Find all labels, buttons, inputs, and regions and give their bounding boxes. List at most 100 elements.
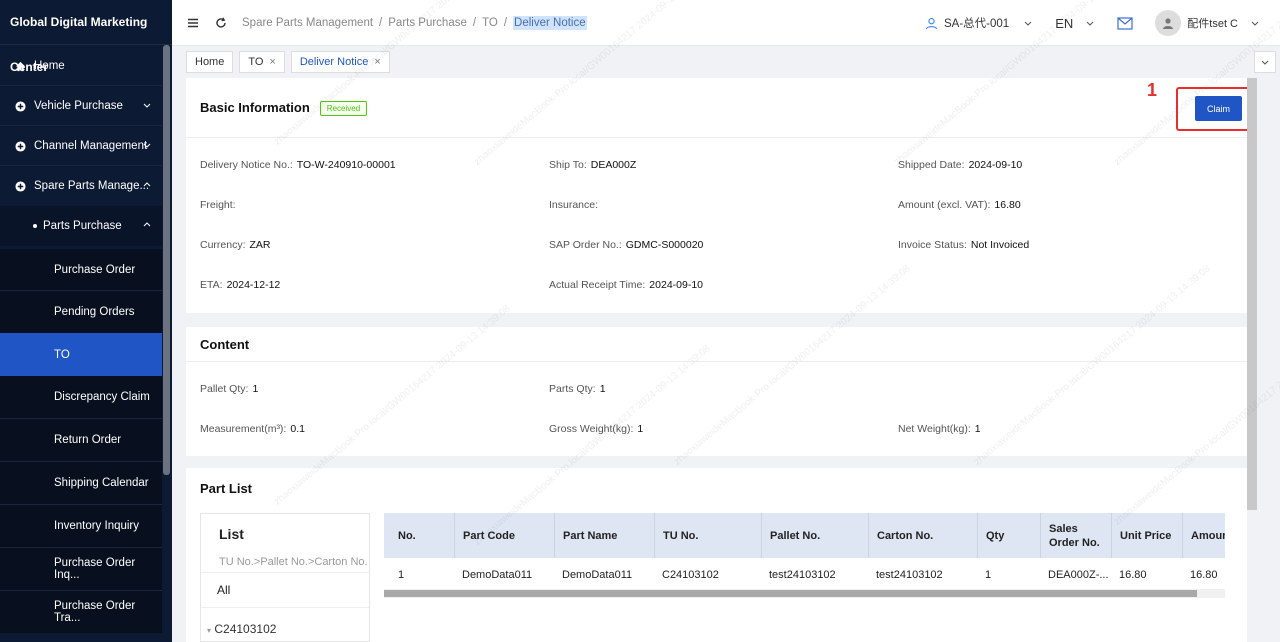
sidebar-item-inventory-inquiry[interactable]: Inventory Inquiry — [0, 505, 162, 547]
step-marker: 1 — [1147, 80, 1158, 100]
tab-home[interactable]: Home — [186, 51, 234, 73]
basic-information-card: Basic Information Received Claim Delivery… — [186, 78, 1247, 313]
table-horizontal-scrollbar[interactable] — [384, 589, 1225, 598]
field-parts-qty: Parts Qty: 1 — [549, 383, 606, 395]
close-icon[interactable]: × — [374, 52, 380, 72]
table-cell[interactable]: DEA000Z-... — [1040, 565, 1109, 585]
section-title: Content — [200, 337, 250, 352]
bullet-icon — [33, 224, 37, 228]
sidebar-item-label: Parts Purchase — [43, 220, 122, 232]
field-insurance: Insurance: — [549, 199, 602, 211]
list-subtitle: TU No.>Pallet No.>Carton No. — [219, 556, 368, 568]
sidebar-item-vehicle-purchase[interactable]: Vehicle Purchase — [0, 86, 162, 126]
plus-circle-icon — [14, 180, 26, 192]
field-value: 1 — [252, 383, 259, 395]
caret-down-icon: ▾ — [207, 626, 212, 635]
sidebar-item-home[interactable]: Home — [0, 46, 162, 86]
tree-list-panel: List TU No.>Pallet No.>Carton No. All ▾ … — [200, 513, 370, 642]
mail-icon[interactable] — [1117, 16, 1133, 30]
sidebar-item-discrepancy-claim[interactable]: Discrepancy Claim — [0, 376, 162, 418]
field-label: Ship To: — [549, 159, 587, 171]
menu-toggle-icon[interactable] — [186, 16, 200, 30]
tab-to[interactable]: TO × — [239, 51, 285, 73]
field-shipped-date: Shipped Date: 2024-09-10 — [898, 159, 1022, 171]
sidebar-item-purchase-order[interactable]: Purchase Order — [0, 249, 162, 291]
sidebar-item-label: Inventory Inquiry — [54, 520, 140, 532]
breadcrumb-item[interactable]: Parts Purchase — [388, 17, 467, 29]
field-label: ETA: — [200, 279, 223, 291]
sidebar-item-return-order[interactable]: Return Order — [0, 419, 162, 461]
field-label: Amount (excl. VAT): — [898, 199, 991, 211]
column-header: Part Code — [454, 513, 553, 558]
field-label: Freight: — [200, 199, 236, 211]
chevron-down-icon — [1086, 21, 1094, 26]
field-value: DEA000Z — [590, 159, 637, 171]
field-sap-order-no: SAP Order No.: GDMC-S000020 — [549, 239, 703, 251]
table-cell: 1 — [398, 569, 405, 581]
avatar[interactable] — [1155, 10, 1182, 36]
field-label: Net Weight(kg): — [898, 423, 971, 435]
field-label: Delivery Notice No.: — [200, 159, 293, 171]
sidebar-item-purchase-order-inquiry[interactable]: Purchase Order Inq... — [0, 548, 162, 590]
table-cell: DemoData011 — [462, 569, 533, 581]
field-value: Not Invoiced — [970, 239, 1030, 251]
table-cell: 1 — [985, 569, 992, 581]
sidebar-item-label: Pending Orders — [54, 306, 135, 318]
breadcrumb-item[interactable]: TO — [482, 17, 498, 29]
sidebar-item-channel-management[interactable]: Channel Management — [0, 126, 162, 166]
table-header: No. Part Code Part Name TU No. Pallet No… — [384, 513, 1225, 558]
main-vertical-scrollbar[interactable] — [1247, 78, 1257, 510]
sidebar-item-label: Purchase Order — [54, 264, 136, 276]
field-label: Pallet Qty: — [200, 383, 249, 395]
field-label: Shipped Date: — [898, 159, 965, 171]
org-selector[interactable]: SA-总代-001 — [925, 15, 1033, 31]
field-value: 1 — [974, 423, 981, 435]
page-tabs: Home TO × Deliver Notice × — [186, 51, 390, 73]
tabs-dropdown[interactable] — [1254, 51, 1276, 73]
field-label: Insurance: — [549, 199, 599, 211]
field-net-weight: Net Weight(kg): 1 — [898, 423, 981, 435]
breadcrumb-item[interactable]: Spare Parts Management — [242, 17, 373, 29]
plus-circle-icon — [14, 140, 26, 152]
field-value: 2024-12-12 — [226, 279, 281, 291]
column-header: Carton No. — [868, 513, 976, 558]
status-badge: Received — [319, 101, 368, 117]
tree-node[interactable]: ▾ C24103102 — [207, 622, 276, 636]
tree-node-label: C24103102 — [214, 622, 277, 636]
field-value: 1 — [637, 423, 644, 435]
field-actual-receipt-time: Actual Receipt Time: 2024-09-10 — [549, 279, 703, 291]
scrollbar-thumb[interactable] — [384, 590, 1197, 597]
field-value: 1 — [599, 383, 606, 395]
sidebar-item-purchase-order-tracking[interactable]: Purchase Order Tra... — [0, 591, 162, 633]
field-label: SAP Order No.: — [549, 239, 622, 251]
language-selector[interactable]: EN — [1055, 16, 1095, 31]
app-title: Global Digital Marketing Center — [0, 0, 172, 74]
column-header: Qty — [977, 513, 1039, 558]
field-value: TO-W-240910-00001 — [296, 159, 396, 171]
field-value: 0.1 — [290, 423, 305, 435]
tab-label: TO — [248, 56, 264, 68]
field-eta: ETA: 2024-12-12 — [200, 279, 280, 291]
sidebar-item-spare-parts[interactable]: Spare Parts Manage... — [0, 166, 162, 206]
close-icon[interactable]: × — [269, 52, 275, 72]
sidebar-item-shipping-calendar[interactable]: Shipping Calendar — [0, 462, 162, 504]
table-cell: 16.80 — [1119, 569, 1147, 581]
column-header: No. — [398, 529, 416, 542]
sidebar-item-pending-orders[interactable]: Pending Orders — [0, 291, 162, 333]
sidebar-scrollbar[interactable] — [163, 45, 170, 475]
sidebar-item-parts-purchase[interactable]: Parts Purchase — [0, 206, 162, 246]
field-gross-weight: Gross Weight(kg): 1 — [549, 423, 643, 435]
list-item-all[interactable]: All — [201, 572, 369, 608]
sidebar-item-label: Discrepancy Claim — [54, 391, 150, 403]
account-name[interactable]: 配件tset C — [1187, 15, 1238, 31]
column-header: Part Name — [554, 513, 653, 558]
refresh-icon[interactable] — [214, 16, 228, 30]
part-table: No. Part Code Part Name TU No. Pallet No… — [384, 513, 1225, 598]
sidebar-item-label: TO — [54, 348, 70, 361]
field-value: 16.80 — [994, 199, 1021, 211]
tab-deliver-notice[interactable]: Deliver Notice × — [290, 51, 390, 73]
sidebar-item-to[interactable]: TO — [0, 333, 162, 376]
chevron-down-icon[interactable] — [1250, 18, 1260, 28]
field-amount: Amount (excl. VAT): 16.80 — [898, 199, 1021, 211]
table-cell: C24103102 — [662, 569, 719, 581]
